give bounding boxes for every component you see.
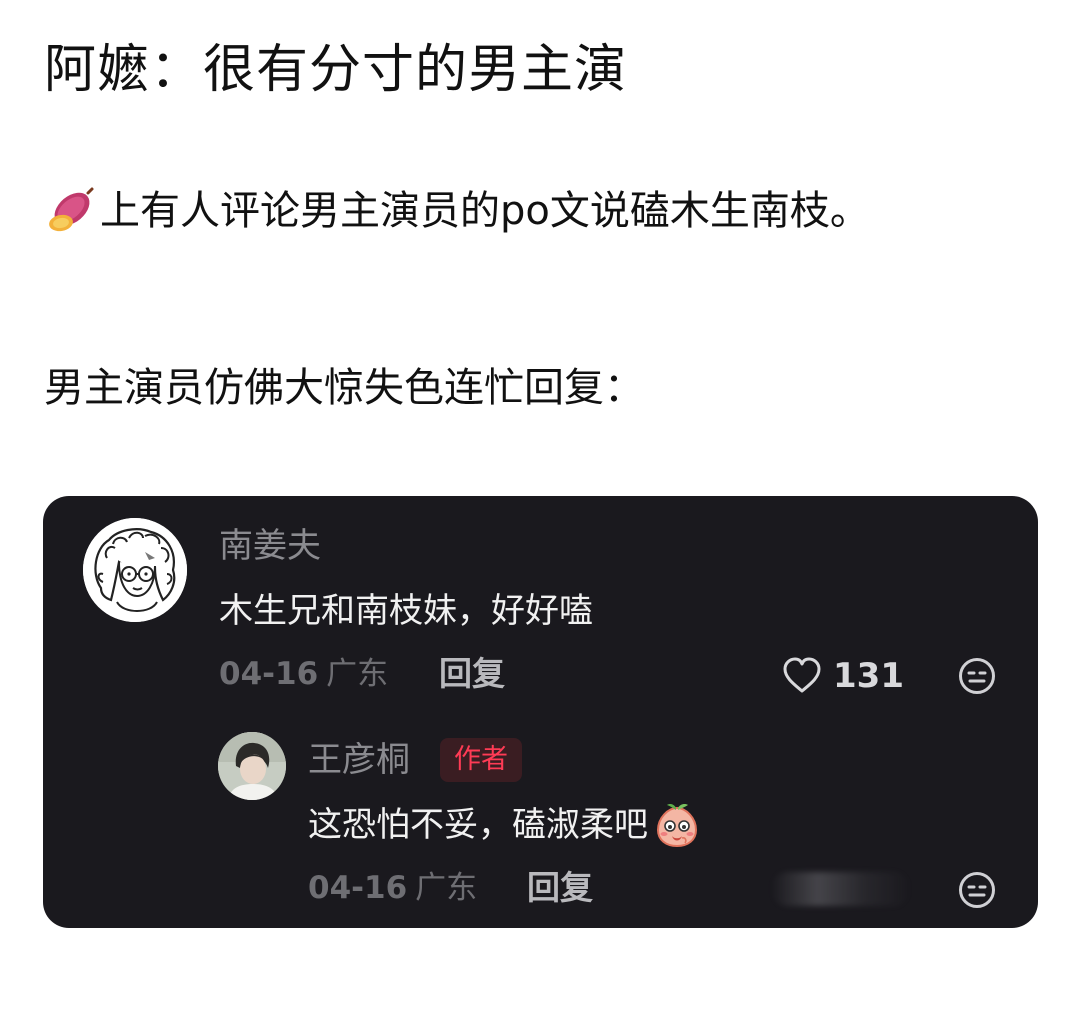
like-button[interactable]: 131 xyxy=(781,656,904,696)
post-paragraph-1: 上有人评论男主演员的po文说磕木生南枝。 xyxy=(44,183,870,239)
reply-reply-button[interactable]: 回复 xyxy=(527,868,593,908)
reply-text-content: 这恐怕不妥，磕淑柔吧 xyxy=(308,805,648,845)
emoji-reaction-icon[interactable] xyxy=(957,870,997,910)
comment-card: 南姜夫 木生兄和南枝妹，好好嗑 04-16 广东 回复 131 王彦桐 作者 这恐… xyxy=(43,496,1038,928)
sweet-potato-icon xyxy=(49,187,94,232)
emoji-reaction-icon[interactable] xyxy=(957,656,997,696)
heart-icon xyxy=(783,657,821,693)
reply-username[interactable]: 王彦桐 xyxy=(308,738,410,782)
comment-meta: 04-16 广东 xyxy=(219,654,388,694)
comment-text: 木生兄和南枝妹，好好嗑 xyxy=(219,591,593,631)
like-count: 131 xyxy=(833,656,904,696)
comment-username[interactable]: 南姜夫 xyxy=(219,524,321,568)
comment-reply-button[interactable]: 回复 xyxy=(439,654,505,694)
peach-blush-emoji-icon xyxy=(656,804,698,848)
blurred-watermark xyxy=(771,872,911,906)
reply-location: 广东 xyxy=(415,870,478,906)
post-paragraph-2: 男主演员仿佛大惊失色连忙回复： xyxy=(44,365,644,411)
reply-meta: 04-16 广东 xyxy=(308,868,477,908)
post-title: 阿嬷：很有分寸的男主演 xyxy=(44,40,628,100)
comment-location: 广东 xyxy=(326,656,389,692)
reply-text: 这恐怕不妥，磕淑柔吧 xyxy=(308,800,702,850)
profile-photo-avatar-icon xyxy=(218,732,286,800)
comment-date: 04-16 xyxy=(219,656,319,692)
author-badge: 作者 xyxy=(440,738,522,782)
comment-avatar[interactable] xyxy=(83,518,187,622)
reply-avatar[interactable] xyxy=(218,732,286,800)
paragraph-1-text: 上有人评论男主演员的po文说磕木生南枝。 xyxy=(100,188,870,234)
curly-hair-glasses-avatar-icon xyxy=(83,518,187,622)
reply-date: 04-16 xyxy=(308,870,408,906)
